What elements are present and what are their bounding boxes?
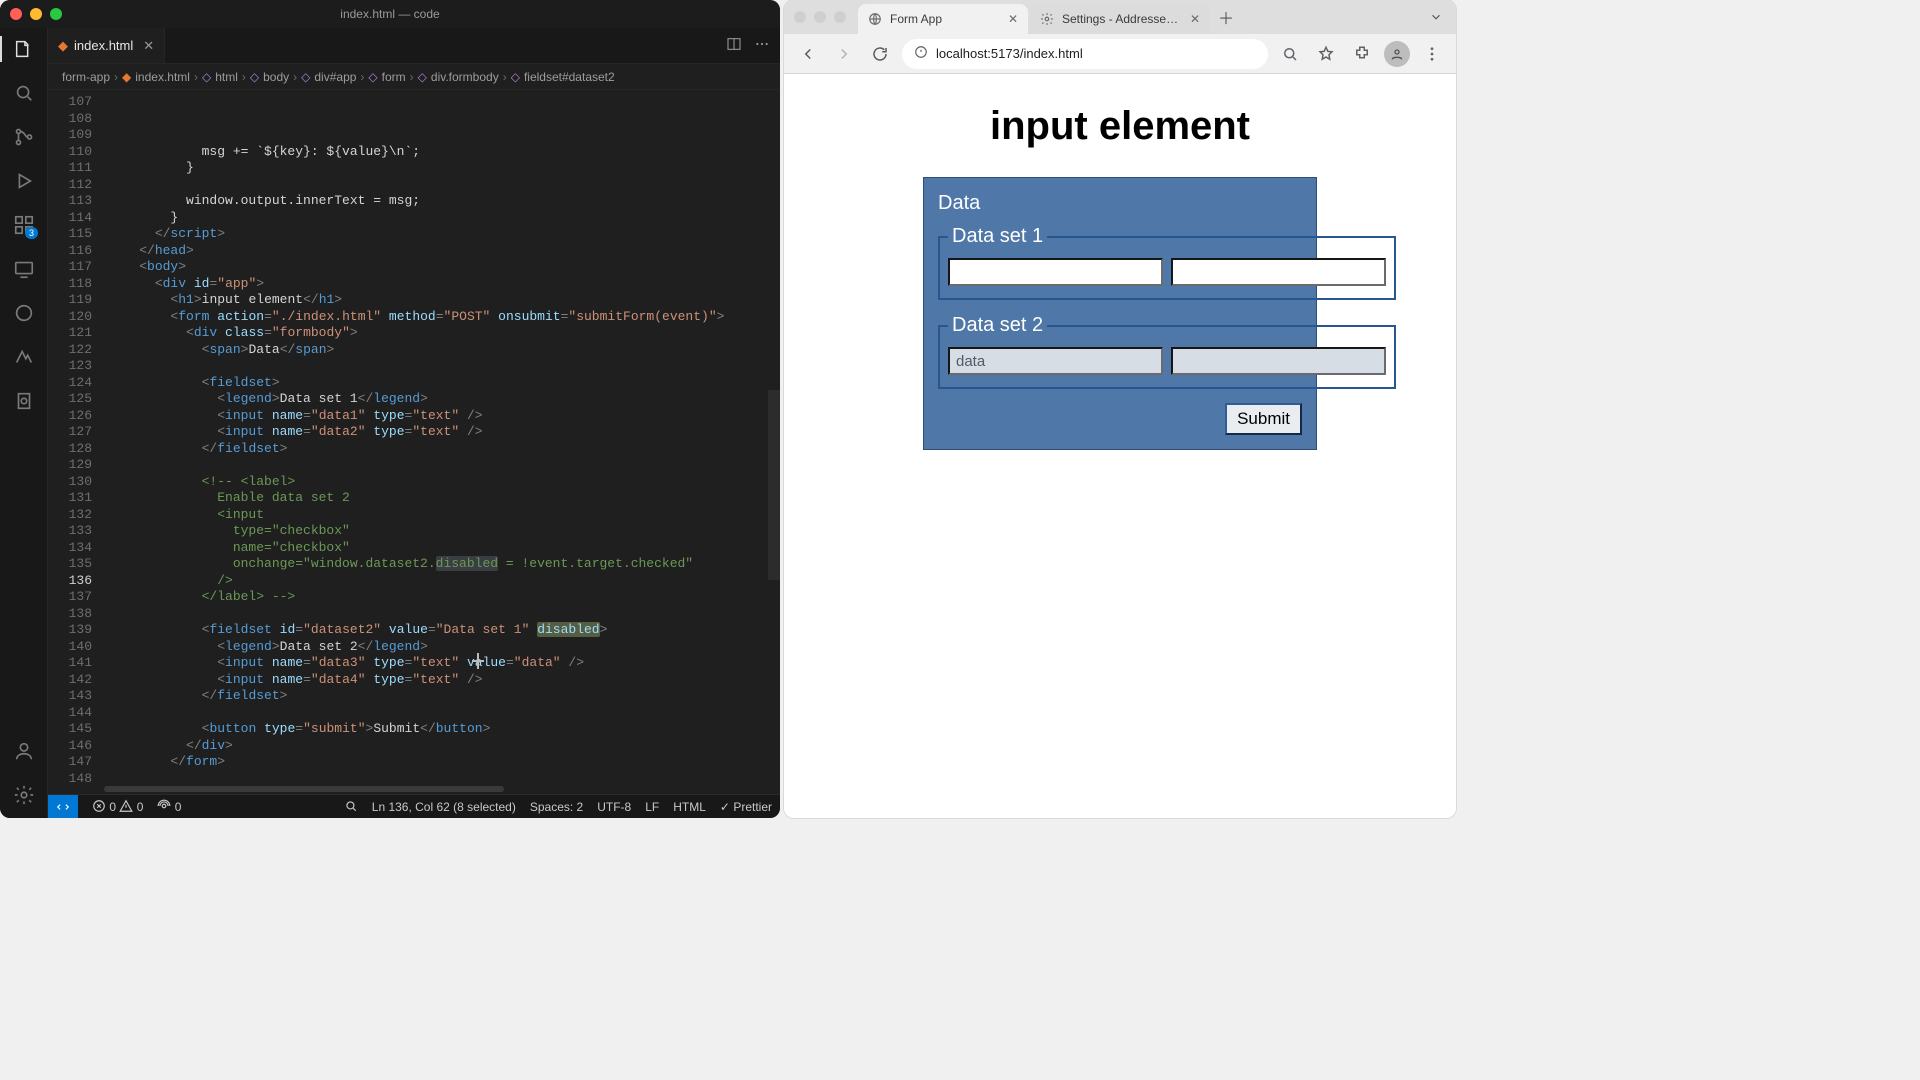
indent-setting[interactable]: Spaces: 2 (530, 800, 583, 814)
extensions-icon[interactable]: 3 (11, 212, 37, 238)
window-title: index.html — code (340, 7, 439, 21)
browser-tabstrip: Form App ✕ Settings - Addresses and m… ✕… (784, 0, 1456, 34)
tab-title: Settings - Addresses and m… (1062, 12, 1182, 26)
ext-c-icon[interactable] (11, 388, 37, 414)
browser-toolbar: localhost:5173/index.html (784, 34, 1456, 74)
input-data1[interactable] (948, 258, 1163, 286)
search-icon[interactable] (11, 80, 37, 106)
new-tab-button[interactable]: ＋ (1212, 3, 1240, 31)
tab-label: index.html (74, 38, 133, 53)
zoom-button[interactable] (1276, 40, 1304, 68)
formatter[interactable]: ✓ Prettier (720, 800, 772, 814)
remote-icon[interactable] (11, 256, 37, 282)
tab-title: Form App (890, 12, 942, 26)
code-editor[interactable]: 1071081091101111121131141151161171181191… (48, 90, 780, 784)
ext-a-icon[interactable] (11, 300, 37, 326)
html-file-icon: ◆ (122, 70, 131, 84)
ext-b-icon[interactable] (11, 344, 37, 370)
horizontal-scrollbar[interactable] (48, 784, 780, 794)
eol[interactable]: LF (645, 800, 659, 814)
remote-indicator[interactable] (48, 795, 78, 819)
source-control-icon[interactable] (11, 124, 37, 150)
fieldset-dataset1: Data set 1 (938, 225, 1396, 300)
language-mode[interactable]: HTML (673, 800, 706, 814)
back-button[interactable] (794, 40, 822, 68)
url-text: localhost:5173/index.html (936, 46, 1083, 61)
browser-tab-settings[interactable]: Settings - Addresses and m… ✕ (1030, 4, 1210, 34)
form-title: Data (938, 192, 1302, 215)
close-window-button[interactable] (10, 8, 22, 20)
input-data2[interactable] (1171, 258, 1386, 286)
tabs-dropdown-icon[interactable] (1422, 3, 1450, 31)
close-tab-icon[interactable]: ✕ (1008, 12, 1018, 26)
encoding[interactable]: UTF-8 (597, 800, 631, 814)
ports-indicator[interactable]: 0 (157, 799, 181, 814)
legend-dataset2: Data set 2 (948, 314, 1047, 337)
settings-gear-icon[interactable] (11, 782, 37, 808)
input-data3 (948, 347, 1163, 375)
window-controls (10, 8, 62, 20)
window-controls (794, 11, 846, 23)
site-info-icon[interactable] (914, 45, 928, 62)
explorer-icon[interactable] (11, 36, 37, 62)
more-actions-icon[interactable] (754, 36, 770, 55)
close-window-button[interactable] (794, 11, 806, 23)
extensions-badge: 3 (25, 227, 38, 239)
breadcrumbs[interactable]: form-app› ◆ index.html› ◇ html› ◇ body› … (48, 64, 780, 90)
zoom-icon[interactable] (344, 799, 358, 814)
html-file-icon: ◆ (58, 38, 68, 54)
browser-tab-form-app[interactable]: Form App ✕ (858, 4, 1028, 34)
submit-button[interactable]: Submit (1225, 403, 1302, 435)
split-editor-icon[interactable] (726, 36, 742, 55)
profile-avatar[interactable] (1384, 41, 1410, 67)
kebab-menu-icon[interactable] (1418, 40, 1446, 68)
tab-bar: ◆ index.html ✕ (48, 28, 780, 64)
page-heading: input element (990, 104, 1250, 149)
forward-button[interactable] (830, 40, 858, 68)
reload-button[interactable] (866, 40, 894, 68)
maximize-window-button[interactable] (834, 11, 846, 23)
bookmark-star-icon[interactable] (1312, 40, 1340, 68)
close-tab-icon[interactable]: ✕ (143, 38, 154, 54)
maximize-window-button[interactable] (50, 8, 62, 20)
run-debug-icon[interactable] (11, 168, 37, 194)
activity-bar: 3 (0, 28, 48, 818)
gear-icon (1040, 12, 1054, 26)
address-bar[interactable]: localhost:5173/index.html (902, 39, 1268, 69)
globe-icon (868, 12, 882, 26)
browser-window: Form App ✕ Settings - Addresses and m… ✕… (784, 0, 1456, 818)
form-panel: Data Data set 1 Data set 2 Submit (923, 177, 1317, 450)
close-tab-icon[interactable]: ✕ (1190, 12, 1200, 26)
fieldset-dataset2: Data set 2 (938, 314, 1396, 389)
minimize-window-button[interactable] (30, 8, 42, 20)
line-gutter: 1071081091101111121131141151161171181191… (48, 90, 104, 784)
extensions-puzzle-icon[interactable] (1348, 40, 1376, 68)
legend-dataset1: Data set 1 (948, 225, 1047, 248)
input-data4 (1171, 347, 1386, 375)
code-content[interactable]: msg += `${key}: ${value}\n`; } window.ou… (104, 90, 780, 784)
editor-tab-index-html[interactable]: ◆ index.html ✕ (48, 28, 165, 63)
account-icon[interactable] (11, 738, 37, 764)
problems-indicator[interactable]: 0 0 (92, 799, 143, 814)
vscode-window: index.html — code 3 (0, 0, 780, 818)
rendered-page: input element Data Data set 1 Data set 2… (784, 74, 1456, 818)
minimize-window-button[interactable] (814, 11, 826, 23)
cursor-position[interactable]: Ln 136, Col 62 (8 selected) (372, 800, 516, 814)
editor-titlebar: index.html — code (0, 0, 780, 28)
status-bar: 0 0 0 Ln 136, Col 62 (8 selected) Spaces… (48, 794, 780, 818)
